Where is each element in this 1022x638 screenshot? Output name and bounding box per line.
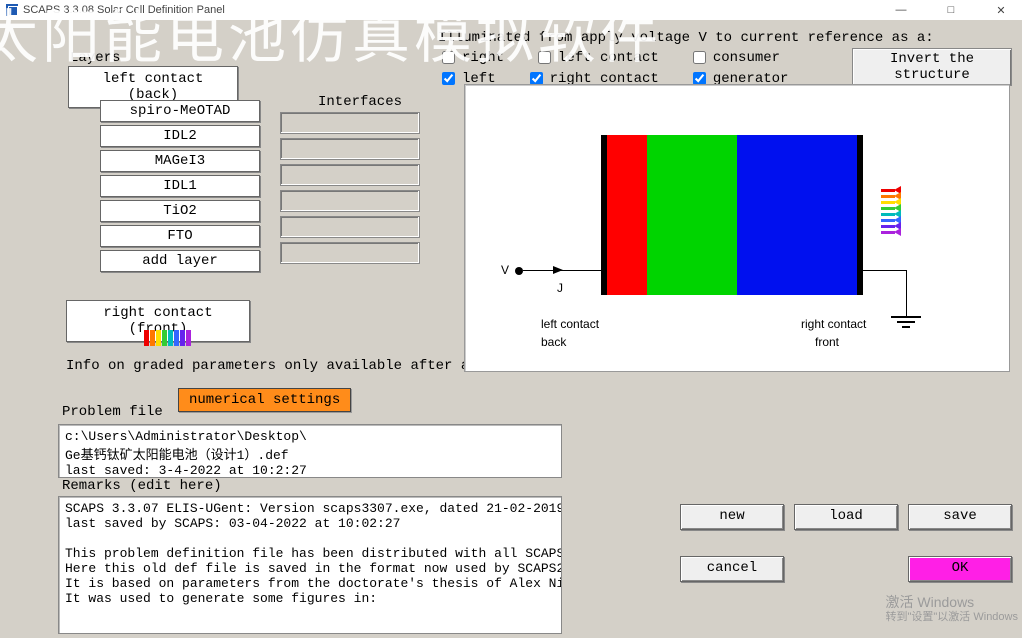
j-label: J <box>557 281 563 295</box>
opt-left-contact[interactable]: left contact <box>534 48 659 67</box>
new-button[interactable]: new <box>680 504 784 530</box>
layer-idl1[interactable]: IDL1 <box>100 175 260 197</box>
opt-right[interactable]: right <box>438 48 504 67</box>
add-layer-button[interactable]: add layer <box>100 250 260 272</box>
layer-magei3[interactable]: MAGeI3 <box>100 150 260 172</box>
interface-slot-6[interactable] <box>280 242 420 264</box>
minimize-button[interactable]: — <box>886 4 916 17</box>
layer-tio2[interactable]: TiO2 <box>100 200 260 222</box>
app-window: SCAPS 3.3.08 Solar Cell Definition Panel… <box>0 0 1022 638</box>
wire-right-v <box>906 270 907 316</box>
interface-slot-5[interactable] <box>280 216 420 238</box>
problem-file-box: c:\Users\Administrator\Desktop\ Ge基钙钛矿太阳… <box>58 424 562 478</box>
layer-idl2[interactable]: IDL2 <box>100 125 260 147</box>
right-contact-bar <box>857 135 863 295</box>
interface-slot-4[interactable] <box>280 190 420 212</box>
right-contact-text: right contact <box>801 317 866 331</box>
app-icon <box>6 4 18 16</box>
arrow-right-icon <box>553 266 563 274</box>
remarks-textarea[interactable] <box>58 496 562 634</box>
interface-slot-2[interactable] <box>280 138 420 160</box>
interface-slot-1[interactable] <box>280 112 420 134</box>
wire-right-h <box>863 270 907 271</box>
load-button[interactable]: load <box>794 504 898 530</box>
structure-diagram: V J left contact back right contact fron… <box>464 84 1010 372</box>
layer-spiro-meotad[interactable]: spiro-MeOTAD <box>100 100 260 122</box>
segment-blue <box>737 135 857 295</box>
interfaces-label: Interfaces <box>318 94 402 110</box>
v-node-icon <box>515 267 523 275</box>
ok-button[interactable]: OK <box>908 556 1012 582</box>
close-button[interactable]: ✕ <box>986 4 1016 17</box>
v-label: V <box>501 263 509 277</box>
problem-file-label: Problem file <box>62 404 163 420</box>
back-text: back <box>541 335 566 349</box>
left-contact-text: left contact <box>541 317 599 331</box>
titlebar: SCAPS 3.3.08 Solar Cell Definition Panel… <box>0 0 1022 20</box>
opt-consumer[interactable]: consumer <box>689 48 780 67</box>
segment-green <box>647 135 737 295</box>
remarks-label: Remarks (edit here) <box>62 478 222 494</box>
maximize-button[interactable]: □ <box>936 4 966 17</box>
light-arrows-icon <box>881 189 899 234</box>
numerical-settings-button[interactable]: numerical settings <box>178 388 351 412</box>
window-title: SCAPS 3.3.08 Solar Cell Definition Panel <box>23 4 225 16</box>
interface-slot-3[interactable] <box>280 164 420 186</box>
front-text: front <box>815 335 839 349</box>
invert-structure-button[interactable]: Invert the structure <box>852 48 1012 86</box>
segment-red <box>607 135 647 295</box>
illum-header: Illuminated from apply voltage V to curr… <box>438 30 934 46</box>
ground-icon <box>891 316 921 330</box>
cancel-button[interactable]: cancel <box>680 556 784 582</box>
rainbow-icon <box>144 330 191 346</box>
layers-label: Layers <box>70 50 120 66</box>
save-button[interactable]: save <box>908 504 1012 530</box>
layer-fto[interactable]: FTO <box>100 225 260 247</box>
activate-windows-watermark: 激活 Windows 转到"设置"以激活 Windows <box>886 594 1019 624</box>
